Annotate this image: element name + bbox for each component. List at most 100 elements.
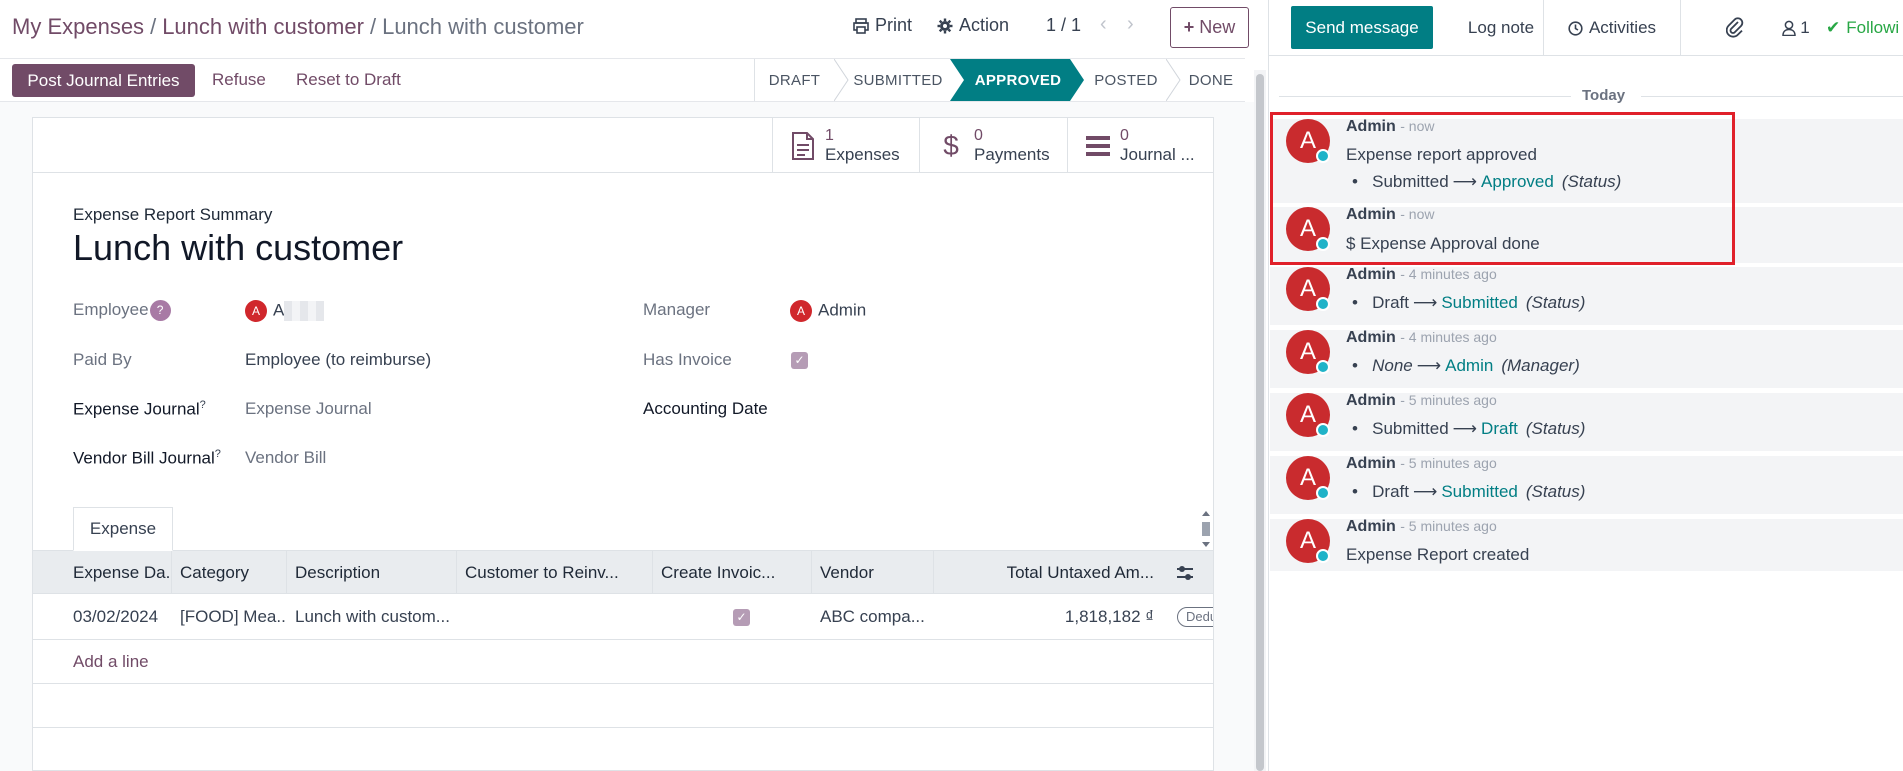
form-scrollbar[interactable] xyxy=(1254,70,1266,771)
paperclip-icon[interactable] xyxy=(1726,16,1744,38)
breadcrumb: My Expenses / Lunch with customer / Lunch wi… xyxy=(12,14,584,40)
payments-smart-button[interactable]: $ 0 Payments xyxy=(919,118,1067,173)
vendor-bill-journal-help[interactable]: ? xyxy=(215,448,221,460)
accounting-date-field[interactable] xyxy=(790,399,990,421)
journal-count: 0 xyxy=(1120,126,1129,144)
col-customer-to-reinvoice[interactable]: Customer to Reinv... xyxy=(457,551,653,594)
cell-tax-tag: Dedu xyxy=(1173,594,1213,640)
expense-journal-help[interactable]: ? xyxy=(200,399,206,411)
control-panel: My Expenses / Lunch with customer / Lunch wi… xyxy=(0,0,1268,56)
action-button[interactable]: Action xyxy=(937,15,1009,36)
status-bar: Post Journal Entries Refuse Reset to Dra… xyxy=(0,58,1245,102)
payments-count: 0 xyxy=(974,126,983,144)
message-author: Admin - 4 minutes ago xyxy=(1346,266,1497,283)
redacted-name xyxy=(284,301,325,321)
print-button[interactable]: Print xyxy=(853,15,912,36)
vendor-bill-journal-label: Vendor Bill Journal? xyxy=(73,448,221,468)
col-category[interactable]: Category xyxy=(172,551,287,594)
online-status-dot xyxy=(1316,549,1330,563)
clock-icon xyxy=(1568,20,1583,36)
tab-expense[interactable]: Expense xyxy=(73,507,173,551)
pager-previous-icon[interactable]: ‹ xyxy=(1100,13,1107,36)
stage-done[interactable]: DONE xyxy=(1178,59,1244,101)
send-message-button[interactable]: Send message xyxy=(1291,6,1433,49)
list-scrollbar[interactable] xyxy=(1199,508,1213,550)
arrow-right-icon: ⟶ xyxy=(1452,419,1478,438)
expense-journal-field[interactable]: Expense Journal xyxy=(245,399,372,419)
manager-field[interactable]: A Admin xyxy=(790,300,866,322)
vendor-bill-journal-field[interactable]: Vendor Bill xyxy=(245,448,326,468)
tracking-change: • Draft ⟶ Submitted (Status) xyxy=(1352,482,1586,501)
online-status-dot xyxy=(1316,486,1330,500)
stage-submitted[interactable]: SUBMITTED xyxy=(846,59,950,101)
plus-icon: + xyxy=(1183,17,1195,37)
paid-by-field[interactable]: Employee (to reimburse) xyxy=(245,350,431,370)
stage-approved[interactable]: APPROVED xyxy=(962,59,1074,101)
accounting-date-label: Accounting Date xyxy=(643,399,768,418)
journal-smart-button[interactable]: 0 Journal ... xyxy=(1067,118,1213,173)
expenses-count: 1 xyxy=(825,126,834,144)
refuse-button[interactable]: Refuse xyxy=(212,70,266,90)
message-author: Admin - 4 minutes ago xyxy=(1346,329,1497,346)
new-button[interactable]: + New xyxy=(1170,7,1249,48)
form-view: My Expenses / Lunch with customer / Lunch wi… xyxy=(0,0,1268,771)
chatter-message[interactable]: A Admin - 5 minutes ago • Draft ⟶ Submitte… xyxy=(1270,455,1903,514)
employee-label: Employee? xyxy=(73,300,171,321)
paid-by-label: Paid By xyxy=(73,350,132,369)
journal-label: Journal ... xyxy=(1120,144,1195,164)
expenses-label: Expenses xyxy=(825,144,900,164)
pager-next-icon[interactable]: › xyxy=(1127,13,1134,36)
manager-value: Admin xyxy=(818,300,867,320)
chatter-message[interactable]: A Admin - 4 minutes ago • None ⟶ Admin (Man… xyxy=(1270,329,1903,388)
arrow-right-icon: ⟶ xyxy=(1412,293,1438,312)
message-author: Admin - 5 minutes ago xyxy=(1346,455,1497,472)
col-total-untaxed-amount[interactable]: Total Untaxed Am... xyxy=(934,551,1164,594)
list-icon xyxy=(1086,135,1110,156)
add-a-line-link[interactable]: Add a line xyxy=(73,652,149,672)
report-title[interactable]: Lunch with customer xyxy=(73,227,403,269)
expenses-smart-button[interactable]: 1 Expenses xyxy=(772,118,919,173)
chatter-message[interactable]: A Admin - 4 minutes ago • Draft ⟶ Submitte… xyxy=(1270,266,1903,325)
manager-label: Manager xyxy=(643,300,711,319)
cell-description: Lunch with custom... xyxy=(295,607,450,626)
cell-total: 1,818,182 ₫ xyxy=(1064,607,1154,626)
employee-field[interactable]: AA xyxy=(245,300,325,322)
post-journal-entries-button[interactable]: Post Journal Entries xyxy=(12,64,195,97)
cell-create-invoice[interactable]: ✓ xyxy=(653,594,812,640)
check-icon: ✔ xyxy=(1826,18,1841,37)
stage-posted[interactable]: POSTED xyxy=(1084,59,1168,101)
followers-count: 1 xyxy=(1800,18,1810,37)
arrow-right-icon: ⟶ xyxy=(1412,482,1438,501)
col-description[interactable]: Description xyxy=(287,551,457,594)
has-invoice-checkbox[interactable]: ✓ xyxy=(791,350,808,370)
add-line-row: Add a line xyxy=(33,640,1213,684)
stage-draft[interactable]: DRAFT xyxy=(754,59,834,101)
activities-button[interactable]: Activities xyxy=(1544,0,1680,56)
table-row[interactable]: 03/02/2024 [FOOD] Mea... Lunch with cust… xyxy=(33,594,1213,640)
divider xyxy=(1680,0,1681,56)
column-settings-icon[interactable] xyxy=(1176,564,1194,582)
col-expense-date[interactable]: Expense Da... xyxy=(33,551,172,594)
col-create-invoice[interactable]: Create Invoic... xyxy=(653,551,812,594)
cell-vendor: ABC compa... xyxy=(820,607,925,626)
form-scrollbar-thumb[interactable] xyxy=(1256,74,1264,771)
col-vendor[interactable]: Vendor xyxy=(812,551,934,594)
breadcrumb-my-expenses[interactable]: My Expenses xyxy=(12,14,144,39)
following-button[interactable]: ✔ Followi xyxy=(1826,0,1903,56)
summary-label: Expense Report Summary xyxy=(73,205,273,224)
chatter-topbar: Send message Log note Activities 1 ✔ Foll… xyxy=(1269,0,1903,56)
tracking-change: • Submitted ⟶ Draft (Status) xyxy=(1352,419,1586,438)
chatter-message[interactable]: A Admin - 5 minutes ago • Submitted ⟶ Draf… xyxy=(1270,392,1903,451)
reset-to-draft-button[interactable]: Reset to Draft xyxy=(296,70,401,90)
date-separator: Today xyxy=(1269,86,1903,106)
file-icon xyxy=(792,131,814,160)
check-icon: ✓ xyxy=(791,352,808,370)
breadcrumb-lunch-with-customer[interactable]: Lunch with customer xyxy=(162,14,364,39)
activities-label: Activities xyxy=(1588,18,1657,37)
printer-icon xyxy=(853,17,869,34)
pager-value[interactable]: 1 / 1 xyxy=(1046,15,1081,36)
help-icon[interactable]: ? xyxy=(149,300,171,321)
followers-button[interactable]: 1 xyxy=(1774,0,1818,56)
chatter-message[interactable]: A Admin - 5 minutes ago Expense Report c… xyxy=(1270,518,1903,571)
gear-icon xyxy=(937,18,953,33)
